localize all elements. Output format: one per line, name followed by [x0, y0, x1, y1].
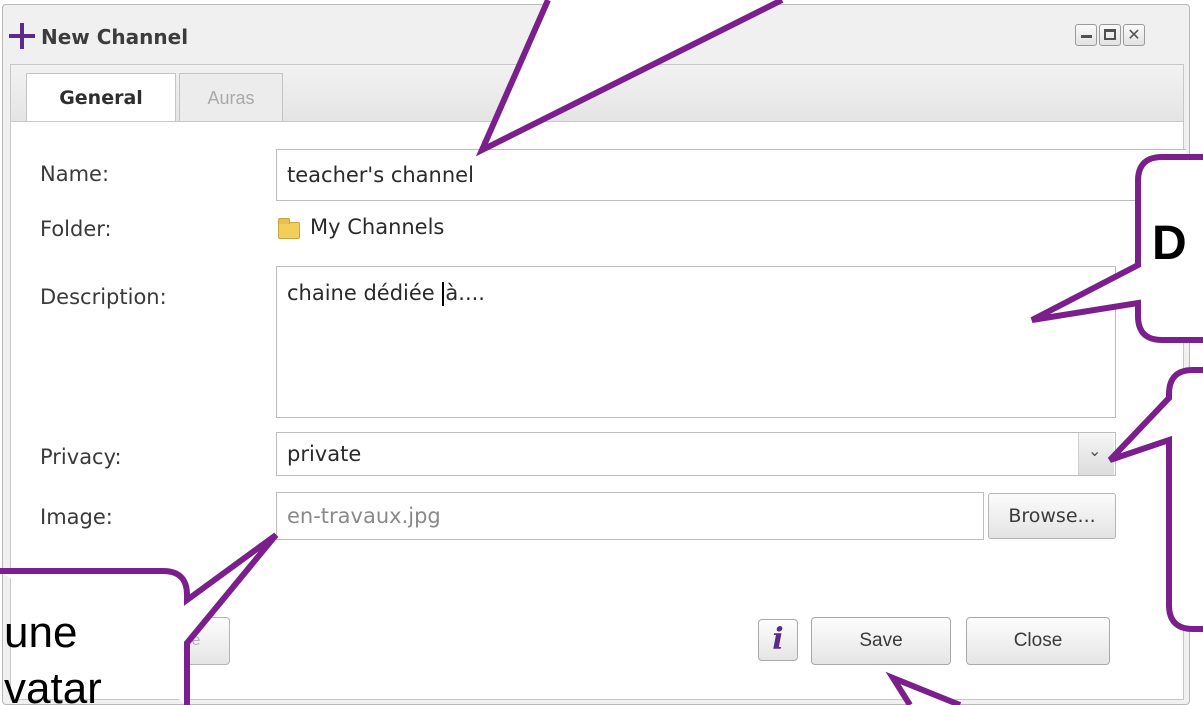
callout-privacy-bubble: [1107, 367, 1203, 632]
callout-top-bubble-tail: [475, 0, 784, 157]
callout-image-text-line1: une: [4, 608, 78, 657]
callout-image-text-line2: vatar: [4, 664, 102, 705]
callout-overlay: [0, 0, 1203, 705]
callout-description-text: D: [1152, 217, 1187, 270]
screenshot-stage: New Channel ✕ General Auras Name: teache…: [0, 0, 1203, 705]
callout-save-bubble-tail: [885, 671, 962, 705]
